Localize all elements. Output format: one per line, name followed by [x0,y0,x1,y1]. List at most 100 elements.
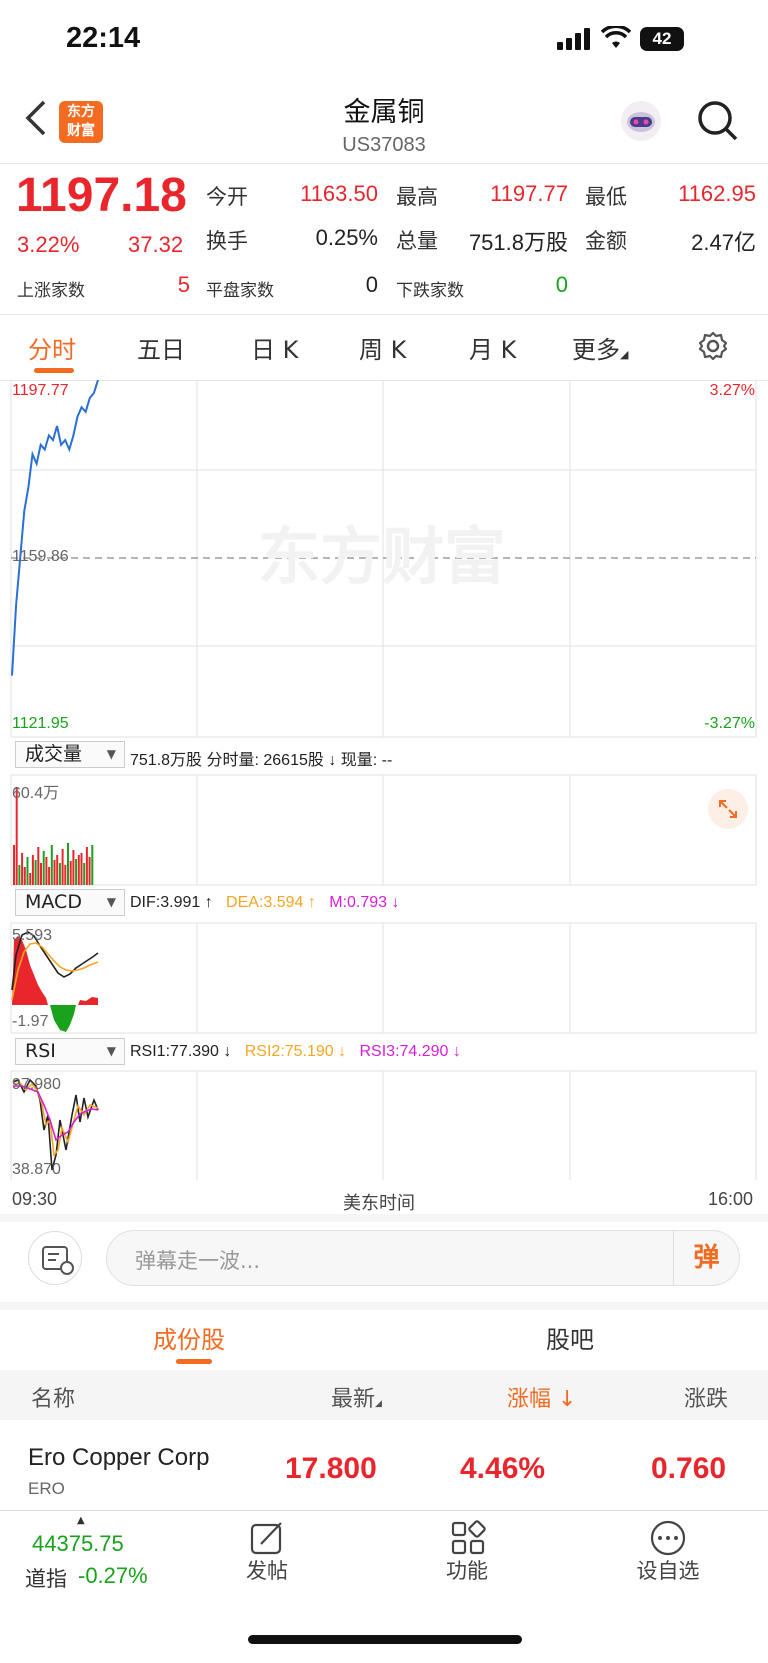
volume-bar [50,845,53,885]
amount-value: 2.47亿 [691,230,756,255]
chevron-down-icon: ▼ [106,1044,116,1058]
high-value: 1197.77 [490,181,568,206]
header-pct-label: 涨幅 [507,1387,552,1412]
rsi-values: RSI1:77.390 ↓ RSI2:75.190 ↓ RSI3:74.290 … [130,1043,461,1061]
amount-label: 金额 [585,229,627,253]
edit-icon[interactable] [249,1520,285,1560]
flat-count-label: 平盘家数 [206,281,274,301]
battery-level: 42 [652,29,672,48]
volume-indicator-select[interactable]: 成交量 ▼ [15,741,125,768]
open-value: 1163.50 [300,181,378,206]
pct-low-label: -3.27% [704,715,755,732]
chevron-down-icon: ▼ [106,747,116,761]
header-last-label: 最新 [331,1387,376,1412]
watermark: 东方财富 [258,520,506,593]
tab-more-label: 更多 [572,336,620,364]
turnover-value: 0.25% [315,225,378,250]
volume-value: 751.8万股 [468,230,568,255]
danmu-toggle-button[interactable]: 弹 [673,1231,739,1285]
macd-indicator-select[interactable]: MACD ▼ [15,889,125,916]
volume-bar [37,847,40,885]
rsi-min-label: 38.870 [12,1161,61,1178]
volume-bar [56,855,59,885]
up-count-label: 上涨家数 [17,281,85,301]
volume-bar [61,849,64,885]
volume-indicator-label: 成交量 [25,743,83,765]
volume-bar [69,861,72,885]
battery-icon: 42 [640,27,684,51]
macd-m: M:0.793 ↓ [329,894,400,911]
change-amount: 37.32 [128,232,184,257]
expand-icon[interactable] [708,789,748,829]
rsi3-value: RSI3:74.290 ↓ [359,1043,461,1060]
macd-dif: DIF:3.991 ↑ [130,894,213,911]
header-name: 名称 [31,1387,76,1412]
time-end-label: 16:00 [708,1189,754,1209]
grid-icon[interactable] [450,1520,486,1560]
danmu-toggle-label: 弹 [693,1243,720,1273]
volume-bar [58,863,61,885]
tab-five-day[interactable]: 五日 [137,330,185,365]
search-icon[interactable] [697,100,739,146]
post-button[interactable]: 发帖 [236,1555,298,1585]
index-value: 44375.75 [32,1531,124,1556]
header-pct[interactable]: 涨幅 ↓ [507,1381,576,1413]
volume-bar [67,843,69,885]
volume-bar [42,851,45,885]
time-start-label: 09:30 [12,1189,58,1209]
chevron-down-icon: ▼ [106,895,116,909]
tab-daily-k[interactable]: 日 K [251,330,298,365]
price-low-label: 1121.95 [12,715,69,732]
header-change[interactable]: 涨跌 [684,1381,728,1413]
macd-values: DIF:3.991 ↑ DEA:3.594 ↑ M:0.793 ↓ [130,894,399,912]
macd-max-label: 5.593 [12,927,53,944]
index-pct: -0.27% [78,1563,148,1588]
gear-icon[interactable] [697,330,729,366]
tab-intraday[interactable]: 分时 [28,330,76,365]
up-count: 5 [177,272,190,297]
volume-bar [29,873,32,885]
volume-bar [40,863,42,885]
volume-label: 总量 [396,229,438,253]
rsi2-value: RSI2:75.190 ↓ [244,1043,347,1060]
price-line [11,380,99,676]
volume-bar [45,857,48,885]
rsi-indicator-select[interactable]: RSI ▼ [15,1038,125,1065]
volume-bar [91,845,94,885]
current-price: 1197.18 [16,169,187,222]
time-zone-label: 美东时间 [343,1193,415,1213]
table-row[interactable]: Ero Copper Corp ERO 17.800 4.46% 0.760 [0,1421,768,1507]
flat-count: 0 [365,272,378,297]
open-label: 今开 [206,185,248,209]
macd-min-label: -1.97 [12,1013,49,1030]
volume-bar [85,847,88,885]
macd-indicator-label: MACD [25,891,82,913]
tab-more[interactable]: 更多◢ [572,330,628,365]
more-icon[interactable] [650,1520,686,1560]
volume-bar [83,863,86,885]
volume-bar [31,855,34,885]
danmu-input[interactable]: 弹幕走一波... 弹 [106,1230,740,1286]
tab-weekly-k[interactable]: 周 K [359,330,406,365]
row-change: 0.760 [651,1452,727,1485]
volume-info: 751.8万股 分时量: 26615股 ↓ 现量: -- [130,752,393,769]
add-favorite-button[interactable]: 设自选 [629,1555,707,1585]
function-button[interactable]: 功能 [436,1555,498,1585]
tab-monthly-k[interactable]: 月 K [469,330,516,365]
row-last: 17.800 [285,1452,377,1485]
volume-bar [34,860,37,885]
tab-forum[interactable]: 股吧 [546,1320,594,1355]
price-high-label: 1197.77 [12,382,69,399]
price-mid-label: 1159.86 [12,548,69,565]
volume-bar [77,855,80,885]
signal-icon [557,28,591,54]
robot-avatar-icon[interactable] [620,100,662,146]
header-last[interactable]: 最新◢ [331,1381,382,1413]
tab-constituents[interactable]: 成份股 [153,1320,225,1355]
turnover-label: 换手 [206,229,248,253]
index-widget[interactable]: ▲ 44375.75 道指 -0.27% [25,1515,185,1595]
down-count-label: 下跌家数 [396,281,464,301]
comment-list-button[interactable] [28,1231,82,1285]
home-indicator [248,1635,522,1644]
row-pct: 4.46% [460,1452,546,1485]
